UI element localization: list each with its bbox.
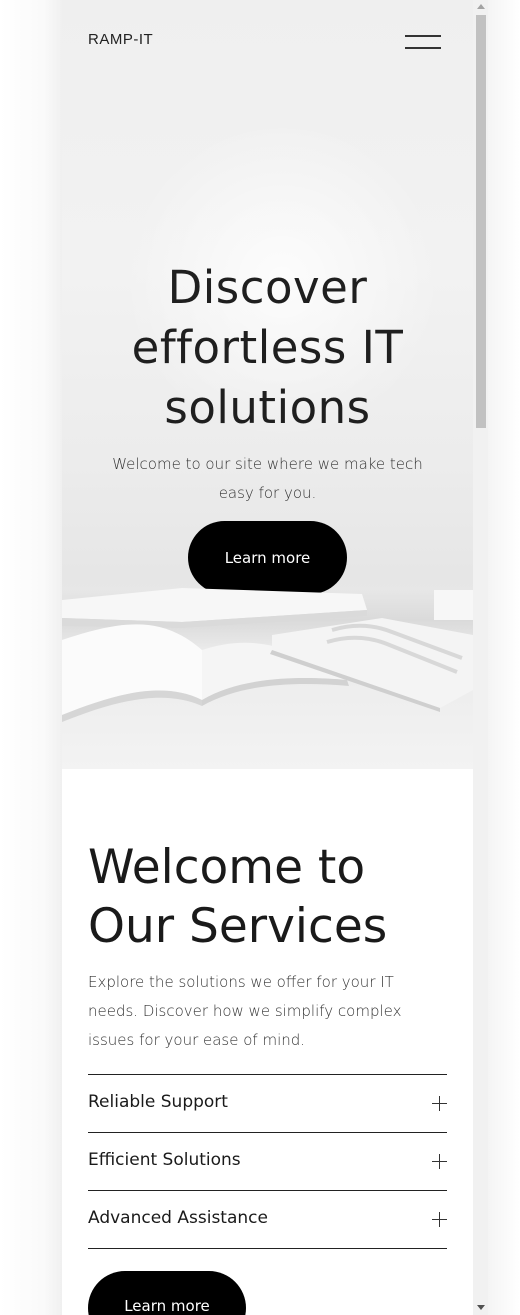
hamburger-icon-line-top xyxy=(405,35,441,37)
open-book-left-page xyxy=(62,624,202,715)
scroll-up-arrow-icon[interactable] xyxy=(477,4,485,9)
hero-title: Discover effortless IT solutions xyxy=(72,258,463,438)
hamburger-icon-line-bottom xyxy=(405,47,441,49)
services-accordion: Reliable Support Efficient Solutions Adv… xyxy=(88,1074,447,1249)
plus-icon[interactable] xyxy=(432,1096,447,1111)
hero-title-line: effortless IT xyxy=(131,321,404,374)
accordion-item-label: Reliable Support xyxy=(88,1092,228,1112)
small-item xyxy=(434,590,473,620)
services-learn-more-label: Learn more xyxy=(124,1297,210,1315)
hero-section: RAMP-IT Discover effortless IT solutions… xyxy=(62,0,473,769)
accordion-item-reliable-support[interactable]: Reliable Support xyxy=(88,1075,447,1133)
services-description: Explore the solutions we offer for your … xyxy=(88,973,402,1049)
accordion-item-advanced-assistance[interactable]: Advanced Assistance xyxy=(88,1191,447,1249)
hero-subtitle: Welcome to our site where we make tech e… xyxy=(112,455,423,502)
services-title-line: Welcome to xyxy=(88,840,366,895)
services-title: Welcome to Our Services xyxy=(88,838,448,956)
plus-icon[interactable] xyxy=(432,1212,447,1227)
hero-title-line: Discover xyxy=(167,261,368,314)
scrollbar-thumb[interactable] xyxy=(476,15,486,428)
page-viewport: RAMP-IT Discover effortless IT solutions… xyxy=(62,0,473,1315)
vertical-scrollbar[interactable] xyxy=(473,0,488,1315)
accordion-item-label: Advanced Assistance xyxy=(88,1208,268,1228)
left-margin xyxy=(0,0,62,1315)
services-title-line: Our Services xyxy=(88,899,388,954)
accordion-item-efficient-solutions[interactable]: Efficient Solutions xyxy=(88,1133,447,1191)
brand-logo[interactable]: RAMP-IT xyxy=(88,31,153,48)
scroll-down-arrow-icon[interactable] xyxy=(477,1305,485,1310)
books-illustration xyxy=(62,588,473,722)
plus-icon[interactable] xyxy=(432,1154,447,1169)
services-learn-more-button[interactable]: Learn more xyxy=(88,1271,246,1315)
accordion-item-label: Efficient Solutions xyxy=(88,1150,241,1170)
hamburger-menu-button[interactable] xyxy=(402,30,446,54)
hero-title-line: solutions xyxy=(164,381,371,434)
